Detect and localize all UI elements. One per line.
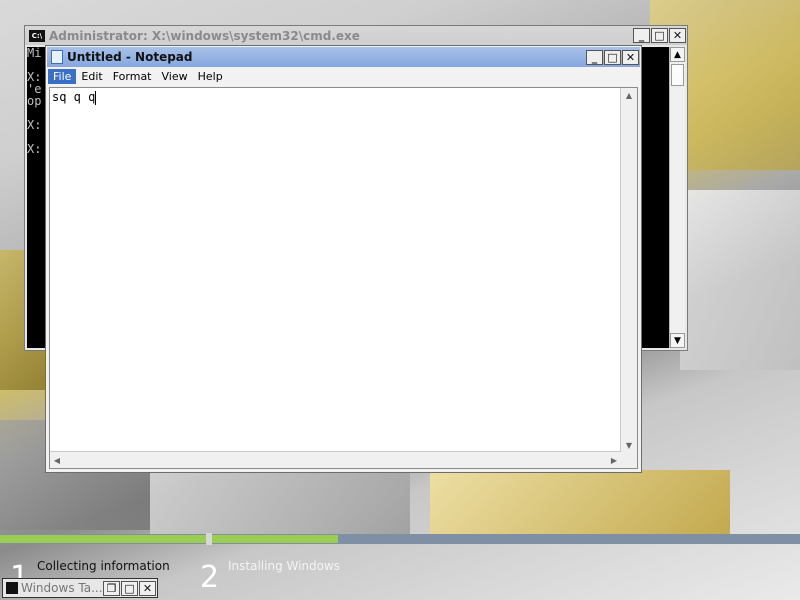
cmd-icon: C:\ xyxy=(29,29,45,42)
minimize-button[interactable]: _ xyxy=(586,49,603,65)
cmd-title-bar[interactable]: C:\ Administrator: X:\windows\system32\c… xyxy=(25,26,687,45)
minimized-window[interactable]: Windows Ta... ❐ □ ✕ xyxy=(2,578,158,598)
notepad-window[interactable]: Untitled - Notepad _ □ ✕ File Edit Forma… xyxy=(45,45,642,473)
horizontal-scrollbar[interactable]: ◀ ▶ xyxy=(50,451,621,468)
scroll-down-arrow[interactable]: ▼ xyxy=(670,333,685,348)
scroll-left-arrow[interactable]: ◀ xyxy=(50,453,64,467)
step-number-2: 2 xyxy=(200,560,220,595)
vertical-scrollbar[interactable]: ▲ ▼ xyxy=(620,88,637,452)
progress-divider xyxy=(206,533,212,545)
progress-segment-installing xyxy=(212,535,338,543)
editor-content: sq q q xyxy=(52,90,97,105)
scroll-up-arrow[interactable]: ▲ xyxy=(670,47,685,62)
scroll-right-arrow[interactable]: ▶ xyxy=(607,453,621,467)
cmd-scrollbar[interactable]: ▲ ▼ xyxy=(669,47,685,348)
minimized-window-title: Windows Ta... xyxy=(21,581,103,595)
close-button[interactable]: ✕ xyxy=(139,580,156,596)
menu-edit[interactable]: Edit xyxy=(76,69,107,84)
menu-view[interactable]: View xyxy=(157,69,193,84)
background-block xyxy=(430,470,730,540)
maximize-button[interactable]: □ xyxy=(121,580,138,596)
cmd-title: Administrator: X:\windows\system32\cmd.e… xyxy=(49,28,360,43)
menu-file[interactable]: File xyxy=(48,68,77,84)
resize-grip[interactable] xyxy=(621,452,637,468)
cmd-icon xyxy=(6,582,18,594)
background-block xyxy=(680,190,800,370)
progress-segment-collecting xyxy=(0,535,206,543)
step-label-1: Collecting information xyxy=(37,559,170,573)
scroll-thumb[interactable] xyxy=(671,64,684,86)
menu-bar: File Edit Format View Help xyxy=(46,67,641,85)
close-button[interactable]: ✕ xyxy=(622,49,639,65)
scroll-down-arrow[interactable]: ▼ xyxy=(622,438,636,452)
maximize-button[interactable]: □ xyxy=(604,49,621,65)
step-label-2: Installing Windows xyxy=(228,559,341,573)
restore-button[interactable]: ❐ xyxy=(103,580,120,596)
notepad-title: Untitled - Notepad xyxy=(67,50,193,64)
menu-format[interactable]: Format xyxy=(108,69,157,84)
menu-help[interactable]: Help xyxy=(193,69,228,84)
minimize-button[interactable]: _ xyxy=(633,28,650,43)
maximize-button[interactable]: □ xyxy=(651,28,668,43)
notepad-title-bar[interactable]: Untitled - Notepad _ □ ✕ xyxy=(47,47,640,67)
text-caret xyxy=(95,90,97,105)
editor-text: sq q q xyxy=(52,90,96,104)
text-editor[interactable]: sq q q ▲ ▼ ◀ ▶ xyxy=(49,87,638,469)
notepad-icon xyxy=(51,50,63,64)
scroll-up-arrow[interactable]: ▲ xyxy=(622,88,636,102)
close-button[interactable]: ✕ xyxy=(669,28,686,43)
